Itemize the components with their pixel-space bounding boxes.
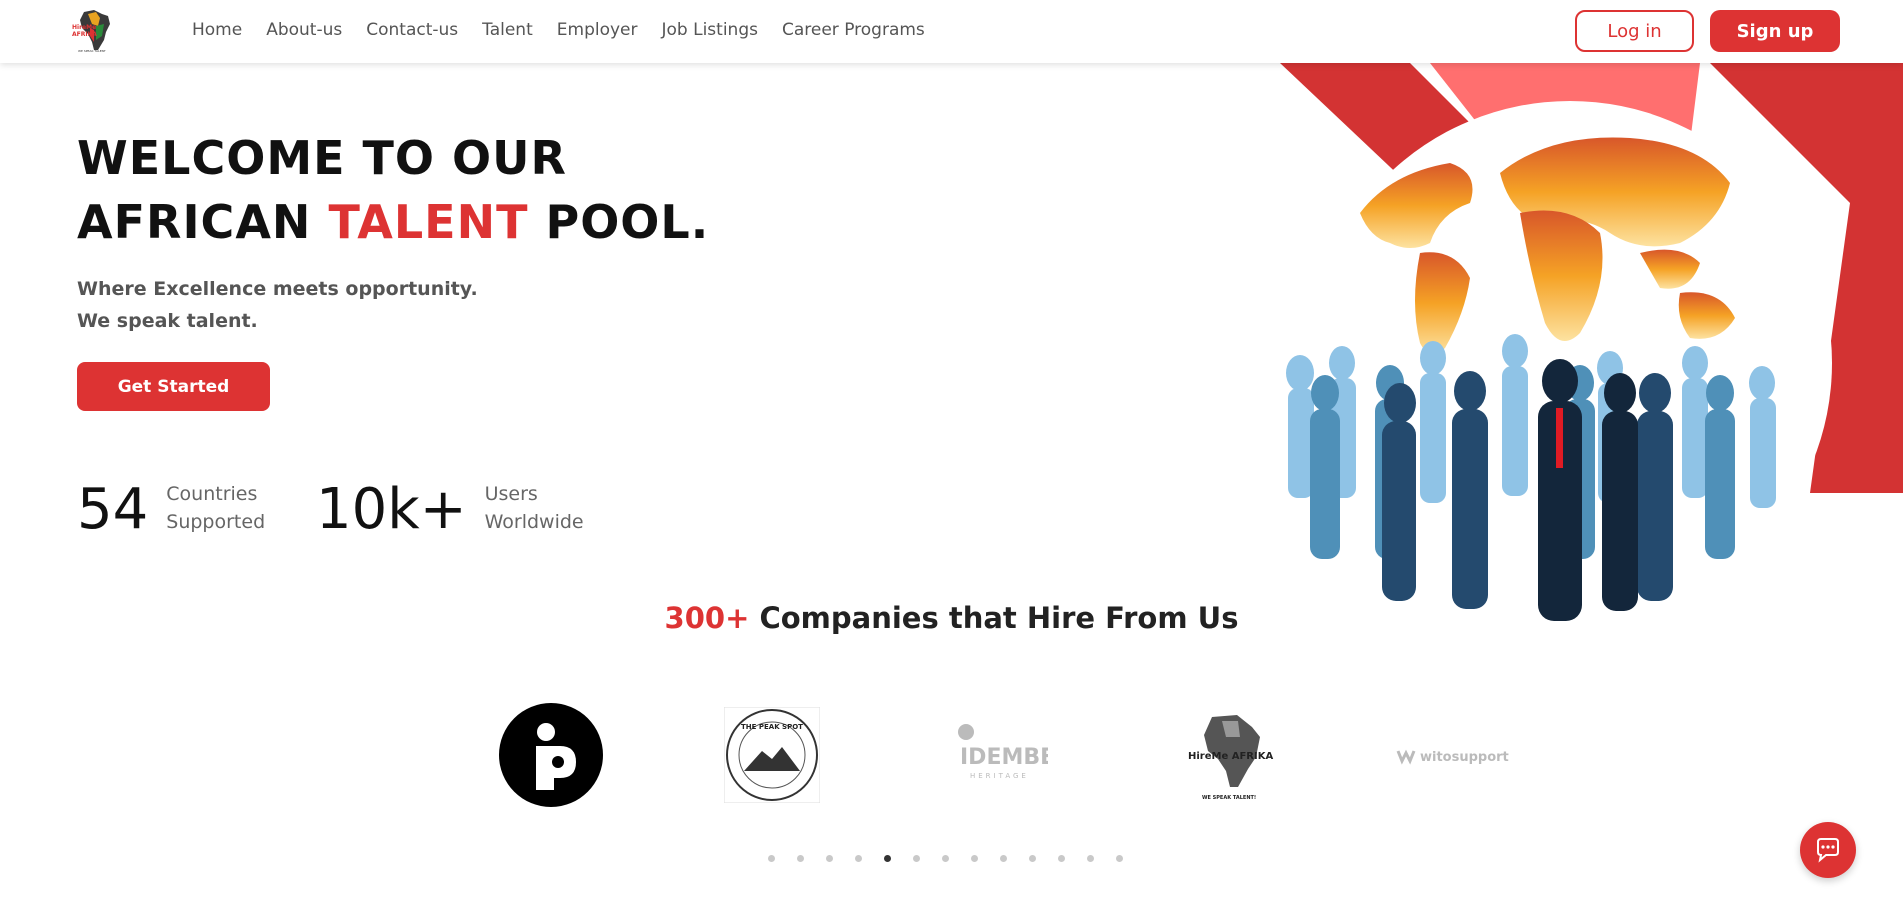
- stat-label-line2: Worldwide: [484, 511, 584, 533]
- brand-logo-tagline: WE SPEAK TALENT: [78, 49, 106, 53]
- witosupport-logo-icon: witosupport: [1396, 749, 1509, 765]
- nav-home[interactable]: Home: [192, 20, 242, 40]
- brand-logo-text: HireMe AFRIKA: [72, 24, 97, 38]
- idembe-logo-sub: HERITAGE: [970, 772, 1029, 780]
- stat-users: 10k+ Users Worldwide: [316, 478, 584, 542]
- carousel-dot[interactable]: [971, 855, 978, 862]
- carousel-dot[interactable]: [942, 855, 949, 862]
- hero-subtitle-line1: Where Excellence meets opportunity.: [77, 278, 478, 300]
- stat-label: Users Worldwide: [485, 480, 584, 536]
- carousel-dot[interactable]: [1029, 855, 1036, 862]
- stat-label-line1: Users: [484, 483, 538, 505]
- company-logo-witosupport[interactable]: witosupport: [1390, 700, 1510, 810]
- hero-title-line2-part2: POOL.: [528, 195, 710, 249]
- idembe-logo-text: IDEMBE: [960, 745, 1048, 770]
- companies-title: Companies that Hire From Us: [749, 601, 1239, 635]
- nav-employer[interactable]: Employer: [557, 20, 638, 40]
- company-logo-peak-spot[interactable]: THE PEAK SPOT: [722, 700, 822, 810]
- site-header: HireMe AFRIKA WE SPEAK TALENT Home About…: [0, 0, 1903, 63]
- hireme-afrika-logo-text: HireMe AFRIKA: [1188, 751, 1273, 762]
- nav-contact-us[interactable]: Contact-us: [366, 20, 458, 40]
- stat-label: Countries Supported: [166, 480, 265, 536]
- hero-title: WELCOME TO OUR AFRICAN TALENT POOL.: [77, 126, 709, 254]
- stat-value: 54: [77, 477, 149, 542]
- carousel-dots: [768, 855, 1123, 862]
- company-logo-i[interactable]: [496, 700, 606, 810]
- stat-label-line1: Countries: [166, 483, 258, 505]
- carousel-dot[interactable]: [1058, 855, 1065, 862]
- carousel-dot[interactable]: [826, 855, 833, 862]
- main-nav: Home About-us Contact-us Talent Employer…: [192, 20, 925, 40]
- nav-talent[interactable]: Talent: [482, 20, 533, 40]
- get-started-button[interactable]: Get Started: [77, 362, 270, 411]
- brand-logo[interactable]: HireMe AFRIKA WE SPEAK TALENT: [72, 6, 122, 56]
- companies-count: 300+: [664, 601, 750, 635]
- company-logo-idembe[interactable]: IDEMBE HERITAGE: [950, 700, 1050, 810]
- login-button[interactable]: Log in: [1575, 10, 1694, 52]
- carousel-dot[interactable]: [1087, 855, 1094, 862]
- hero-subtitle-line2: We speak talent.: [77, 310, 258, 332]
- company-logo-hireme-afrika[interactable]: HireMe AFRIKA WE SPEAK TALENT!: [1180, 700, 1280, 810]
- carousel-dot[interactable]: [797, 855, 804, 862]
- hireme-afrika-logo-sub: WE SPEAK TALENT!: [1202, 795, 1256, 801]
- idembe-logo-icon: IDEMBE HERITAGE: [958, 724, 1048, 780]
- nav-job-listings[interactable]: Job Listings: [662, 20, 758, 40]
- carousel-dot[interactable]: [884, 855, 891, 862]
- hero-subtitle: Where Excellence meets opportunity. We s…: [77, 273, 478, 337]
- company-logos-carousel[interactable]: THE PEAK SPOT IDEMBE HERITAGE HireMe AFR…: [480, 700, 1509, 810]
- i-logo-icon: [499, 703, 603, 807]
- companies-heading: 300+ Companies that Hire From Us: [0, 601, 1903, 635]
- globe-people-illustration: [1280, 63, 1903, 625]
- hero-title-line1: WELCOME TO OUR: [77, 131, 567, 185]
- carousel-dot[interactable]: [768, 855, 775, 862]
- peak-spot-logo-icon: THE PEAK SPOT: [724, 707, 820, 803]
- nav-career-programs[interactable]: Career Programs: [782, 20, 925, 40]
- hero-illustration: [1280, 63, 1903, 663]
- hero-title-accent: TALENT: [328, 195, 529, 249]
- hero-title-line2-part1: AFRICAN: [77, 195, 329, 249]
- hireme-afrika-logo-icon: HireMe AFRIKA WE SPEAK TALENT!: [1188, 715, 1273, 801]
- signup-button[interactable]: Sign up: [1710, 10, 1840, 52]
- stat-countries: 54 Countries Supported: [77, 478, 265, 542]
- carousel-dot[interactable]: [855, 855, 862, 862]
- chat-button[interactable]: [1800, 822, 1856, 878]
- carousel-dot[interactable]: [1000, 855, 1007, 862]
- stat-value: 10k+: [316, 477, 467, 542]
- carousel-dot[interactable]: [913, 855, 920, 862]
- peak-spot-logo-text: THE PEAK SPOT: [741, 723, 803, 731]
- carousel-dot[interactable]: [1116, 855, 1123, 862]
- nav-about-us[interactable]: About-us: [266, 20, 342, 40]
- chat-bubble-icon: [1817, 838, 1839, 863]
- stat-label-line2: Supported: [166, 511, 266, 533]
- witosupport-logo-text: witosupport: [1420, 750, 1509, 765]
